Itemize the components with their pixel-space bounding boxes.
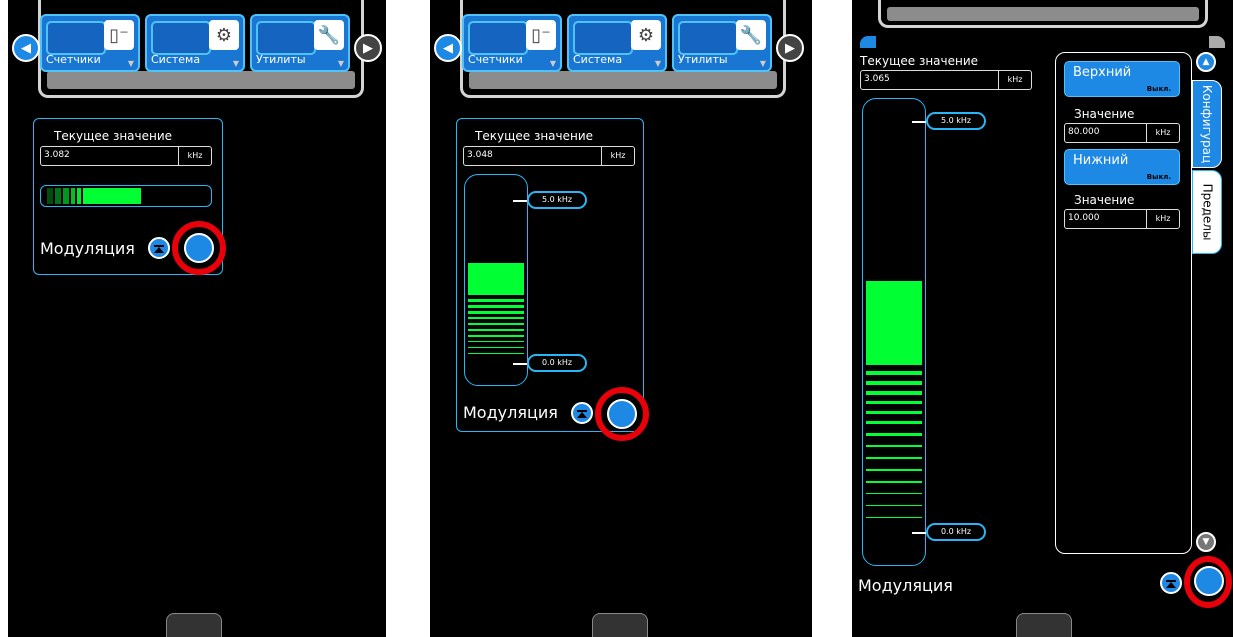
vertical-level-meter xyxy=(464,174,528,386)
bottom-handle[interactable] xyxy=(1016,613,1072,637)
left-corner-marker xyxy=(860,36,876,48)
tab-limits[interactable]: Пределы xyxy=(1192,170,1222,254)
menu-button-system[interactable]: ⚙ Система ▼ xyxy=(145,14,245,72)
current-value-label: Текущее значение xyxy=(860,54,979,68)
current-value-field: 3.065 kHz xyxy=(860,70,1032,90)
highlight-ring xyxy=(1184,556,1232,608)
scroll-left-button[interactable]: ◀ xyxy=(434,34,462,62)
collapse-button[interactable] xyxy=(148,237,170,259)
highlight-ring xyxy=(172,221,226,275)
menu-button-counters[interactable]: ▯⁻ Счетчики ▼ xyxy=(40,14,140,72)
wrench-icon: 🔧 xyxy=(314,20,344,50)
right-corner-marker xyxy=(1209,36,1225,48)
upper-value-label: Значение xyxy=(1074,107,1135,121)
min-marker: 0.0 kHz xyxy=(527,354,587,372)
scroll-right-button[interactable]: ▶ xyxy=(354,34,382,62)
scroll-up-button[interactable]: ▲ xyxy=(1196,52,1216,72)
menu-button-utilities[interactable]: 🔧 Утилиты ▼ xyxy=(250,14,350,72)
counter-icon: ▯⁻ xyxy=(104,20,134,50)
vertical-level-meter xyxy=(862,98,926,566)
bottom-handle[interactable] xyxy=(592,613,648,637)
top-collapsed-bar xyxy=(878,0,1208,28)
scroll-down-button[interactable]: ▼ xyxy=(1196,532,1216,552)
modulation-label: Модуляция xyxy=(858,576,953,595)
gear-icon: ⚙ xyxy=(209,20,239,50)
wrench-icon: 🔧 xyxy=(736,20,766,50)
screen-2: ◀ ▯⁻ Счетчики ▼ ⚙ Система ▼ 🔧 Утилиты ▼ … xyxy=(430,0,812,637)
menu-button-system[interactable]: ⚙ Система ▼ xyxy=(567,14,667,72)
horizontal-level-meter xyxy=(40,185,212,207)
screen-1: ◀ ▯⁻ Счетчики ▼ ⚙ Система ▼ 🔧 Утилиты ▼ … xyxy=(8,0,386,637)
modulation-label: Модуляция xyxy=(40,239,135,258)
bottom-handle[interactable] xyxy=(166,613,222,637)
collapse-button[interactable] xyxy=(1160,572,1182,594)
expand-button[interactable] xyxy=(571,402,593,424)
modulation-meter-card: Текущее значение 3.082 kHz Модуляция xyxy=(33,118,226,275)
upper-limit-toggle[interactable]: Верхний Выкл. xyxy=(1064,61,1180,97)
upper-value-field[interactable]: 80.000 kHz xyxy=(1064,123,1180,143)
counter-icon: ▯⁻ xyxy=(526,20,556,50)
modulation-meter-card: Текущее значение 3.048 kHz 5.0 kHz 0.0 k… xyxy=(456,118,649,441)
screen-3: Текущее значение 3.065 kHz 5.0 kHz 0.0 k… xyxy=(852,0,1233,637)
highlight-ring xyxy=(595,387,649,441)
current-value-field: 3.082 kHz xyxy=(40,146,212,166)
lower-value-field[interactable]: 10.000 kHz xyxy=(1064,209,1180,229)
current-value-label: Текущее значение xyxy=(54,129,173,143)
menu-button-utilities[interactable]: 🔧 Утилиты ▼ xyxy=(672,14,772,72)
lower-value-label: Значение xyxy=(1074,193,1135,207)
scroll-right-button[interactable]: ▶ xyxy=(776,34,804,62)
lower-limit-toggle[interactable]: Нижний Выкл. xyxy=(1064,149,1180,185)
current-value-field: 3.048 kHz xyxy=(463,146,635,166)
max-marker: 5.0 kHz xyxy=(527,191,587,209)
current-value-label: Текущее значение xyxy=(475,129,594,143)
min-marker: 0.0 kHz xyxy=(926,523,986,541)
limits-panel: Верхний Выкл. Значение 80.000 kHz Нижний… xyxy=(1055,52,1192,554)
scroll-left-button[interactable]: ◀ xyxy=(12,34,40,62)
menu-button-counters[interactable]: ▯⁻ Счетчики ▼ xyxy=(462,14,562,72)
tab-configuration[interactable]: Конфигурац xyxy=(1192,80,1222,168)
modulation-label: Модуляция xyxy=(463,403,558,422)
gear-icon: ⚙ xyxy=(631,20,661,50)
max-marker: 5.0 kHz xyxy=(926,112,986,130)
